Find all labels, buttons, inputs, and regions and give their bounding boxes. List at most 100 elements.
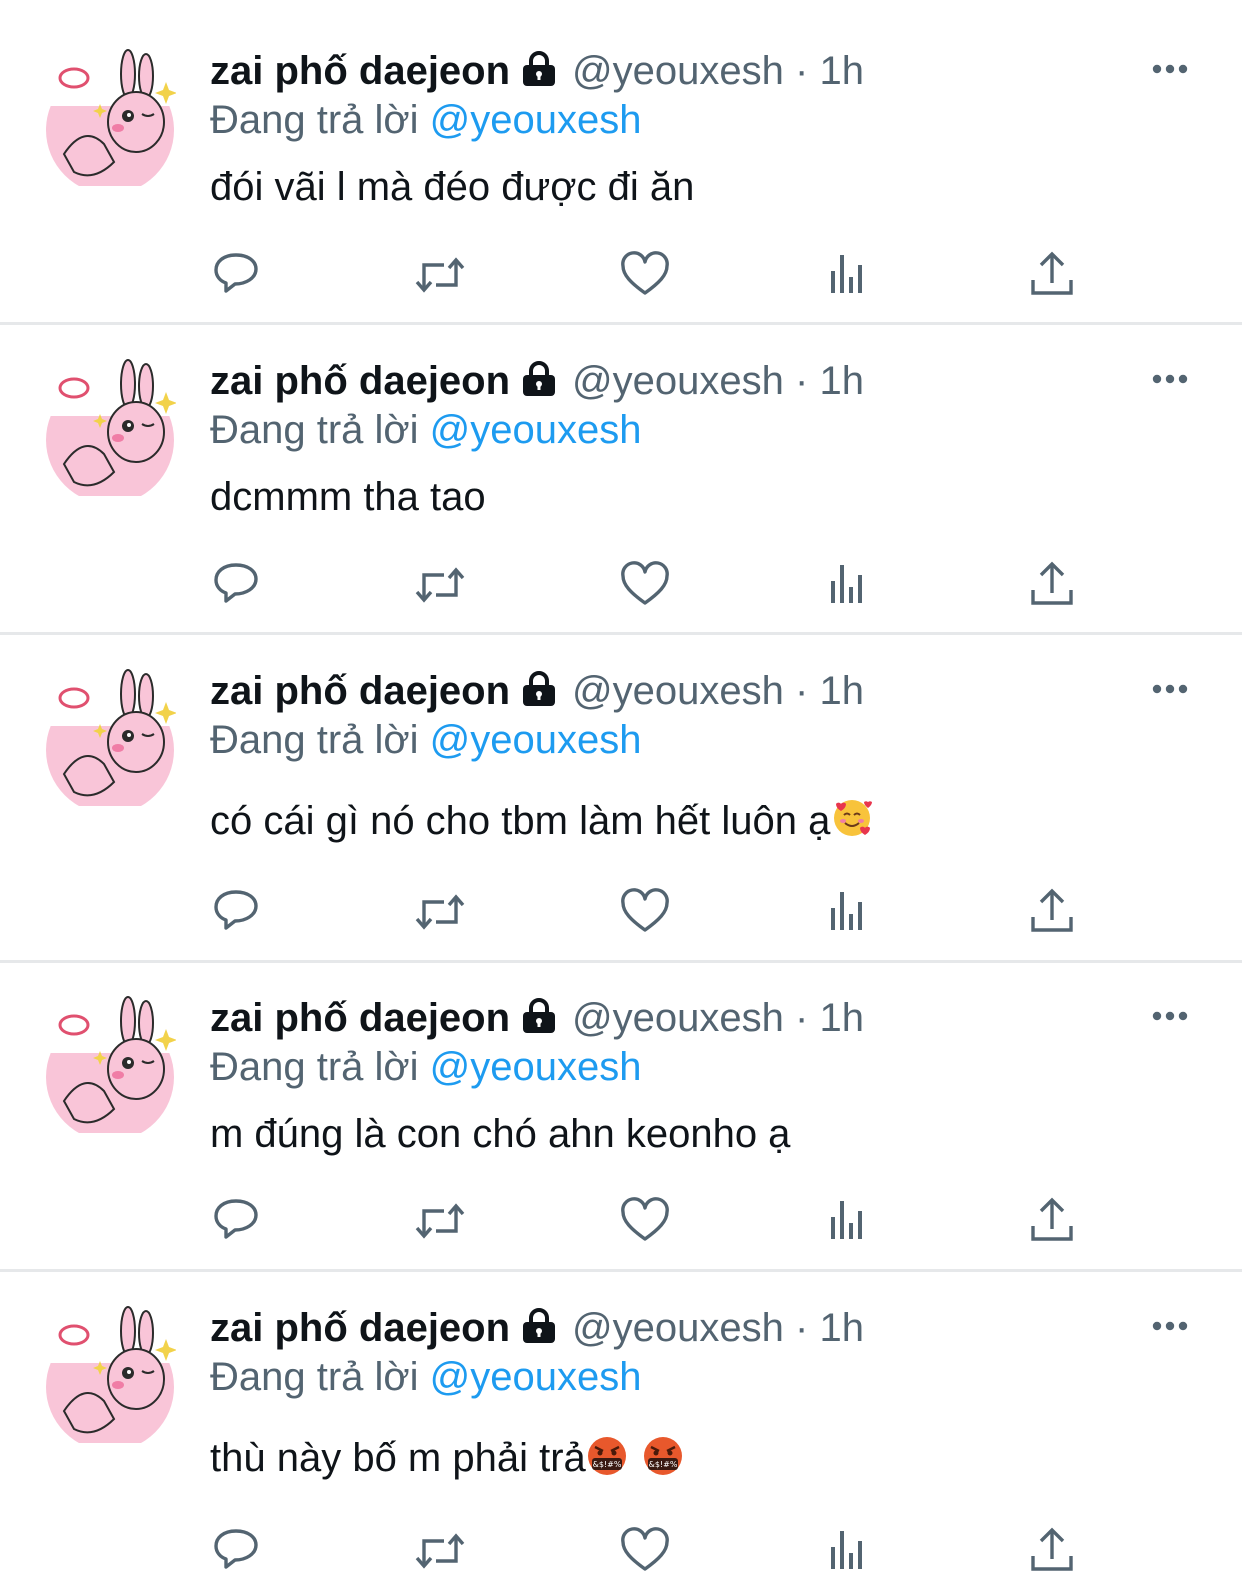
like-icon[interactable] — [617, 1523, 673, 1579]
like-icon[interactable] — [617, 557, 673, 613]
reply-mention[interactable]: @yeouxesh — [430, 1355, 642, 1399]
lock-icon — [520, 995, 558, 1047]
action-bar — [0, 247, 1242, 303]
tweet-text: đói vãi l mà đéo được đi ăn — [210, 162, 694, 212]
tweet[interactable]: zai phố daejeon @yeouxesh · 1h Đang trả l… — [0, 1257, 1242, 1581]
share-icon[interactable] — [1024, 1193, 1080, 1249]
face-with-symbols-on-mouth-icon: &$!#% — [642, 1435, 684, 1489]
lock-icon — [520, 1305, 558, 1357]
tweet-header: zai phố daejeon @yeouxesh · 1h — [210, 992, 864, 1047]
tweet-header: zai phố daejeon @yeouxesh · 1h — [210, 1302, 864, 1357]
analytics-icon[interactable] — [820, 1193, 876, 1249]
reply-mention[interactable]: @yeouxesh — [430, 718, 642, 762]
lock-icon — [520, 48, 558, 100]
retweet-icon[interactable] — [412, 1193, 468, 1249]
emoji-symbols-text: &$!#% — [648, 1460, 677, 1469]
lock-icon — [520, 668, 558, 720]
reply-mention[interactable]: @yeouxesh — [430, 408, 642, 452]
handle[interactable]: @yeouxesh — [572, 669, 784, 713]
more-icon[interactable] — [1150, 674, 1194, 704]
like-icon[interactable] — [617, 884, 673, 940]
tweet-text-content: đói vãi l mà đéo được đi ăn — [210, 165, 695, 209]
timestamp[interactable]: 1h — [819, 359, 864, 403]
display-name[interactable]: zai phố daejeon — [210, 669, 510, 713]
action-bar — [0, 557, 1242, 613]
display-name[interactable]: zai phố daejeon — [210, 359, 510, 403]
handle[interactable]: @yeouxesh — [572, 996, 784, 1040]
reply-prefix: Đang trả lời — [210, 1045, 419, 1089]
timestamp[interactable]: 1h — [819, 669, 864, 713]
more-icon[interactable] — [1150, 1001, 1194, 1031]
reply-icon[interactable] — [210, 247, 266, 303]
tweet-text-content: m đúng là con chó ahn keonho ạ — [210, 1112, 791, 1156]
separator-dot: · — [795, 49, 809, 93]
reply-context: Đang trả lời @yeouxesh — [210, 1352, 642, 1402]
handle[interactable]: @yeouxesh — [572, 49, 784, 93]
emoji-symbols-text: &$!#% — [592, 1460, 621, 1469]
timestamp[interactable]: 1h — [819, 996, 864, 1040]
avatar[interactable] — [44, 1301, 177, 1443]
reply-icon[interactable] — [210, 1523, 266, 1579]
timestamp[interactable]: 1h — [819, 1306, 864, 1350]
reply-icon[interactable] — [210, 884, 266, 940]
display-name[interactable]: zai phố daejeon — [210, 996, 510, 1040]
analytics-icon[interactable] — [820, 1523, 876, 1579]
tweet-text: có cái gì nó cho tbm làm hết luôn ạ — [210, 796, 874, 852]
avatar[interactable] — [44, 44, 177, 186]
reply-icon[interactable] — [210, 1193, 266, 1249]
more-icon[interactable] — [1150, 54, 1194, 84]
more-icon[interactable] — [1150, 364, 1194, 394]
avatar[interactable] — [44, 664, 177, 806]
tweet-text-content: thù này bố m phải trả — [210, 1436, 586, 1480]
share-icon[interactable] — [1024, 247, 1080, 303]
more-icon[interactable] — [1150, 1311, 1194, 1341]
tweet[interactable]: zai phố daejeon @yeouxesh · 1h Đang trả l… — [0, 0, 1242, 322]
like-icon[interactable] — [617, 247, 673, 303]
tweet-header: zai phố daejeon @yeouxesh · 1h — [210, 665, 864, 720]
retweet-icon[interactable] — [412, 557, 468, 613]
separator-dot: · — [795, 996, 809, 1040]
analytics-icon[interactable] — [820, 884, 876, 940]
tweet-text-content: dcmmm tha tao — [210, 475, 486, 519]
display-name[interactable]: zai phố daejeon — [210, 1306, 510, 1350]
analytics-icon[interactable] — [820, 247, 876, 303]
analytics-icon[interactable] — [820, 557, 876, 613]
tweet-text-content: có cái gì nó cho tbm làm hết luôn ạ — [210, 799, 831, 843]
handle[interactable]: @yeouxesh — [572, 359, 784, 403]
like-icon[interactable] — [617, 1193, 673, 1249]
tweet-header: zai phố daejeon @yeouxesh · 1h — [210, 45, 864, 100]
reply-prefix: Đang trả lời — [210, 1355, 419, 1399]
reply-context: Đang trả lời @yeouxesh — [210, 95, 642, 145]
display-name[interactable]: zai phố daejeon — [210, 49, 510, 93]
tweet-header: zai phố daejeon @yeouxesh · 1h — [210, 355, 864, 410]
avatar[interactable] — [44, 354, 177, 496]
share-icon[interactable] — [1024, 557, 1080, 613]
action-bar — [0, 884, 1242, 940]
timestamp[interactable]: 1h — [819, 49, 864, 93]
action-bar — [0, 1193, 1242, 1249]
tweet[interactable]: zai phố daejeon @yeouxesh · 1h Đang trả l… — [0, 620, 1242, 960]
share-icon[interactable] — [1024, 884, 1080, 940]
tweet[interactable]: zai phố daejeon @yeouxesh · 1h Đang trả l… — [0, 947, 1242, 1269]
separator-dot: · — [795, 1306, 809, 1350]
reply-mention[interactable]: @yeouxesh — [430, 1045, 642, 1089]
reply-prefix: Đang trả lời — [210, 718, 419, 762]
tweet-text: thù này bố m phải trả &$!#% &$!#% — [210, 1433, 684, 1489]
reply-context: Đang trả lời @yeouxesh — [210, 405, 642, 455]
reply-icon[interactable] — [210, 557, 266, 613]
handle[interactable]: @yeouxesh — [572, 1306, 784, 1350]
avatar[interactable] — [44, 991, 177, 1133]
tweet-text: m đúng là con chó ahn keonho ạ — [210, 1109, 790, 1159]
reply-prefix: Đang trả lời — [210, 408, 419, 452]
separator-dot: · — [795, 359, 809, 403]
share-icon[interactable] — [1024, 1523, 1080, 1579]
retweet-icon[interactable] — [412, 247, 468, 303]
face-with-symbols-on-mouth-icon: &$!#% — [586, 1435, 628, 1489]
reply-mention[interactable]: @yeouxesh — [430, 98, 642, 142]
reply-context: Đang trả lời @yeouxesh — [210, 1042, 642, 1092]
smiling-face-with-hearts-icon — [830, 796, 874, 852]
reply-context: Đang trả lời @yeouxesh — [210, 715, 642, 765]
retweet-icon[interactable] — [412, 884, 468, 940]
tweet[interactable]: zai phố daejeon @yeouxesh · 1h Đang trả l… — [0, 310, 1242, 632]
retweet-icon[interactable] — [412, 1523, 468, 1579]
